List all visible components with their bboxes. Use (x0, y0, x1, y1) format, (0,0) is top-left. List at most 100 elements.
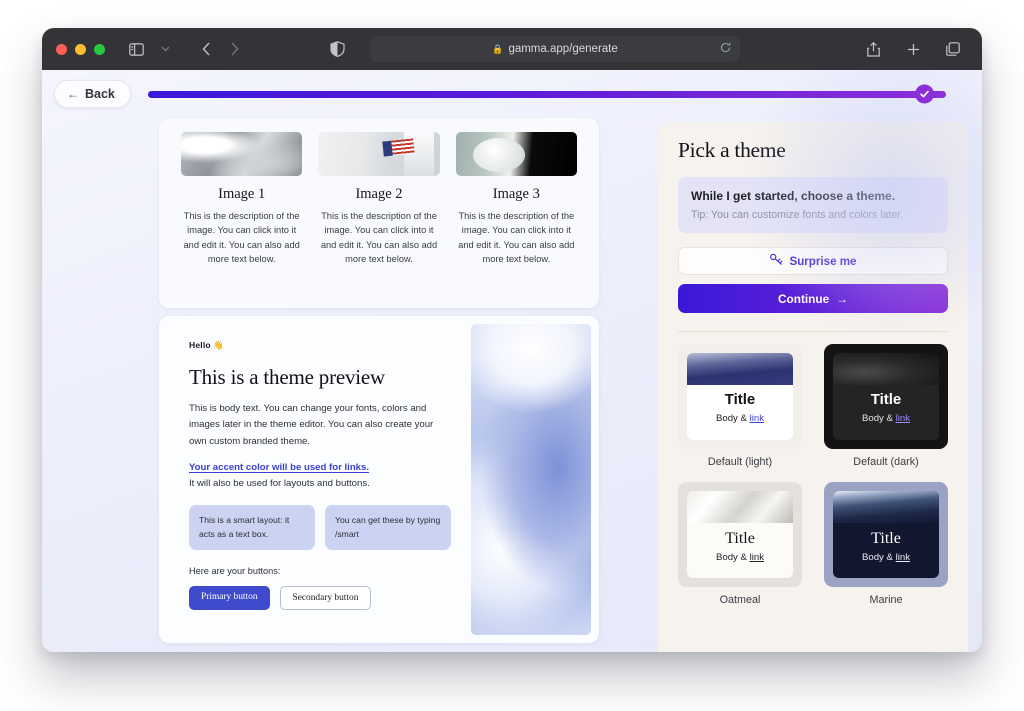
theme-preview-card: Hello 👋 This is a theme preview This is … (159, 316, 599, 643)
preview-buttons-row: Primary button Secondary button (189, 586, 451, 610)
tip-subtitle: Tip: You can customize fonts and colors … (691, 209, 935, 221)
theme-body-sample: Body & link (696, 413, 784, 424)
accent-color-link[interactable]: Your accent color will be used for links… (189, 462, 369, 473)
smart-layout-box[interactable]: This is a smart layout: it acts as a tex… (189, 505, 315, 551)
theme-preview-column: Image 1 This is the description of the i… (159, 118, 621, 652)
browser-titlebar: 🔒 gamma.app/generate (42, 28, 982, 70)
theme-link-sample: link (896, 552, 910, 563)
theme-link-sample: link (896, 413, 910, 424)
primary-button[interactable]: Primary button (189, 586, 270, 610)
maximize-window-button[interactable] (94, 44, 105, 55)
secondary-button[interactable]: Secondary button (280, 586, 372, 610)
image-title: Image 3 (456, 186, 577, 203)
image-description: This is the description of the image. Yo… (456, 209, 577, 267)
url-text: gamma.app/generate (508, 43, 617, 55)
image-description: This is the description of the image. Yo… (181, 209, 302, 267)
browser-right-toolbar (860, 28, 966, 70)
theme-band-image (833, 353, 939, 385)
continue-label: Continue (778, 292, 829, 306)
lock-icon: 🔒 (492, 44, 503, 55)
progress-bar (148, 91, 946, 98)
theme-band-image (687, 353, 793, 385)
buttons-label: Here are your buttons: (189, 566, 451, 576)
theme-card-default-dark[interactable]: Title Body & link Default (dark) (824, 344, 948, 468)
abstract-wave-image (471, 324, 591, 635)
surprise-me-label: Surprise me (789, 255, 856, 268)
back-arrow-icon: ← (67, 87, 79, 101)
theme-card-default-light[interactable]: Title Body & link Default (light) (678, 344, 802, 468)
tip-box: While I get started, choose a theme. Tip… (678, 177, 948, 233)
check-circle-icon (915, 85, 934, 104)
app-page: ← Back Image 1 This (42, 70, 982, 652)
astronaut-image (318, 132, 439, 176)
address-bar[interactable]: 🔒 gamma.app/generate (370, 36, 740, 62)
privacy-shield-icon[interactable] (330, 28, 345, 70)
new-tab-icon[interactable] (900, 37, 926, 61)
rocks-image (181, 132, 302, 176)
theme-picker-panel: Pick a theme While I get started, choose… (658, 122, 968, 652)
theme-band-image (833, 491, 939, 523)
share-icon[interactable] (860, 37, 886, 61)
surprise-me-button[interactable]: Surprise me (678, 247, 948, 275)
image-title: Image 1 (181, 186, 302, 203)
theme-preview-text: Hello 👋 This is a theme preview This is … (159, 316, 471, 643)
theme-title-sample: Title (842, 530, 930, 548)
close-window-button[interactable] (56, 44, 67, 55)
smart-layout-box[interactable]: You can get these by typing /smart (325, 505, 451, 551)
progress-bar-fill (148, 91, 946, 98)
tab-overview-icon[interactable] (940, 37, 966, 61)
theme-card-oatmeal[interactable]: Title Body & link Oatmeal (678, 482, 802, 606)
image-item: Image 1 This is the description of the i… (181, 132, 302, 267)
nav-forward-icon[interactable] (221, 37, 247, 61)
page-title: Pick a theme (678, 138, 948, 163)
arrow-right-icon: → (836, 292, 848, 306)
nav-back-icon[interactable] (193, 37, 219, 61)
browser-window: 🔒 gamma.app/generate (42, 28, 982, 652)
back-button[interactable]: ← Back (54, 80, 131, 108)
back-button-label: Back (85, 87, 115, 101)
images-preview-card: Image 1 This is the description of the i… (159, 118, 599, 308)
theme-title-sample: Title (842, 392, 930, 409)
theme-title-sample: Title (696, 392, 784, 409)
continue-button[interactable]: Continue → (678, 284, 948, 313)
theme-label: Marine (824, 594, 948, 606)
sidebar-toggle-icon[interactable] (123, 37, 149, 61)
theme-title-sample: Title (696, 530, 784, 548)
magic-wand-icon (769, 253, 783, 269)
theme-thumbnail: Title Body & link (678, 344, 802, 449)
window-controls (56, 44, 105, 55)
theme-label: Oatmeal (678, 594, 802, 606)
theme-link-sample: link (750, 552, 764, 563)
image-item: Image 3 This is the description of the i… (456, 132, 577, 267)
theme-body-sample: Body & link (842, 413, 930, 424)
chevron-down-icon[interactable] (152, 37, 178, 61)
preview-body-text: This is body text. You can change your f… (189, 401, 451, 450)
generation-topbar: ← Back (42, 70, 982, 118)
theme-link-sample: link (750, 413, 764, 424)
accent-sub-text: It will also be used for layouts and but… (189, 478, 451, 489)
image-description: This is the description of the image. Yo… (318, 209, 439, 267)
theme-thumbnail: Title Body & link (678, 482, 802, 587)
reload-icon[interactable] (720, 42, 731, 56)
theme-preview-image-col (471, 316, 599, 643)
smart-layout-row: This is a smart layout: it acts as a tex… (189, 505, 451, 551)
theme-card-marine[interactable]: Title Body & link Marine (824, 482, 948, 606)
browser-left-toolbar (123, 37, 247, 61)
theme-thumbnail: Title Body & link (824, 344, 948, 449)
theme-thumbnail-selected: Title Body & link (824, 482, 948, 587)
moon-image (456, 132, 577, 176)
theme-body-sample: Body & link (696, 552, 784, 563)
theme-label: Default (dark) (824, 456, 948, 468)
image-item: Image 2 This is the description of the i… (318, 132, 439, 267)
preview-heading: This is a theme preview (189, 365, 451, 390)
tip-title: While I get started, choose a theme. (691, 189, 935, 203)
images-row: Image 1 This is the description of the i… (181, 118, 577, 267)
theme-band-image (687, 491, 793, 523)
theme-grid: Title Body & link Default (light) (678, 344, 948, 606)
minimize-window-button[interactable] (75, 44, 86, 55)
theme-label: Default (light) (678, 456, 802, 468)
image-title: Image 2 (318, 186, 439, 203)
hello-label: Hello 👋 (189, 340, 451, 351)
theme-body-sample: Body & link (842, 552, 930, 563)
panel-divider (678, 331, 948, 332)
